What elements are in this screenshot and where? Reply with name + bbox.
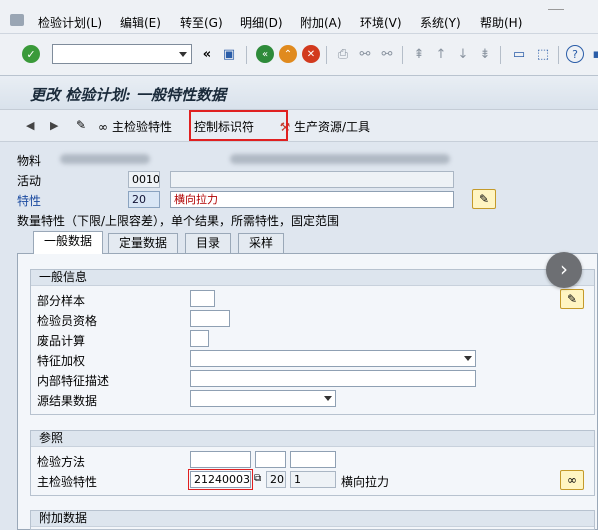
additional-data-group: 附加数据 [30, 510, 595, 530]
menu-system[interactable]: 系统(Y) [420, 14, 461, 31]
copy-icon[interactable]: ⧉ [254, 473, 261, 484]
internal-description-field[interactable] [190, 370, 476, 387]
toolbar-separator [558, 46, 559, 64]
menu-environment[interactable]: 环境(V) [360, 14, 402, 31]
characteristic-weighting-label: 特征加权 [37, 354, 86, 368]
new-session-icon[interactable]: ▭ [510, 45, 528, 63]
blurred-material-text [230, 154, 450, 164]
menu-edit[interactable]: 编辑(E) [120, 14, 161, 31]
general-info-title: 一般信息 [31, 270, 594, 286]
tab-catalogs[interactable]: 目录 [185, 233, 232, 253]
prt-button-label: 生产资源/工具 [294, 120, 371, 134]
internal-description-label: 内部特征描述 [37, 374, 110, 388]
inspection-method-field[interactable] [190, 451, 251, 468]
characteristic-label: 特性 [17, 194, 42, 208]
command-field[interactable] [52, 44, 192, 64]
toolbar-separator [246, 46, 247, 64]
material-label: 物料 [17, 154, 42, 168]
toolbar-separator [402, 46, 403, 64]
tab-general-data[interactable]: 一般数据 [33, 231, 104, 254]
save-icon[interactable]: ▣ [220, 45, 238, 63]
scrap-calculation-field[interactable] [190, 330, 209, 347]
chevron-down-icon[interactable] [179, 52, 187, 57]
next-page-icon[interactable]: ↓ [454, 45, 472, 63]
prt-button[interactable]: ⚒ 生产资源/工具 [278, 118, 370, 135]
page-title: 更改 检验计划: 一般特性数据 [30, 86, 226, 104]
scrap-calculation-label: 废品计算 [37, 334, 86, 348]
find-icon[interactable]: ⚯ [356, 45, 374, 63]
operation-text-field [170, 171, 454, 188]
cancel-icon[interactable]: ✕ [302, 45, 320, 63]
additional-data-title: 附加数据 [31, 511, 594, 527]
sap-logo-icon[interactable] [10, 14, 24, 26]
help-icon[interactable]: ? [566, 45, 584, 63]
inspector-qualification-field[interactable] [190, 310, 230, 327]
double-chevron-left-icon[interactable]: « [198, 45, 216, 63]
chevron-down-icon [324, 396, 332, 401]
method-version-field[interactable] [290, 451, 336, 468]
partial-sample-field[interactable] [190, 290, 215, 307]
chevron-down-icon [464, 356, 472, 361]
highlight-box [189, 110, 288, 141]
characteristic-weighting-dropdown[interactable] [190, 350, 476, 367]
master-char-label: 主检验特性 [37, 475, 98, 489]
enter-icon[interactable]: ✓ [22, 45, 40, 63]
title-bar: 更改 检验计划: 一般特性数据 [0, 76, 598, 110]
master-char-plant-field: 20 [266, 471, 286, 488]
edit-long-text-icon[interactable]: ✎ [472, 189, 496, 209]
source-result-label: 源结果数据 [37, 394, 98, 408]
reference-title: 参照 [31, 431, 594, 447]
toolbar-separator [326, 46, 327, 64]
application-toolbar: ◀ ▶ ✎ ∞ 主检验特性 控制标识符 ⚒ 生产资源/工具 [0, 110, 598, 142]
master-char-button[interactable]: ∞ 主检验特性 [96, 118, 172, 135]
menu-goto[interactable]: 转至(G) [180, 14, 223, 31]
find-next-icon[interactable]: ⚯ [378, 45, 396, 63]
operation-field: 0010 [128, 171, 160, 188]
chevron-right-icon[interactable]: › [546, 252, 582, 288]
prev-page-icon[interactable]: ↑ [432, 45, 450, 63]
menu-help[interactable]: 帮助(H) [480, 14, 522, 31]
standard-toolbar: ✓ « ▣ « ⌃ ✕ ⎙ ⚯ ⚯ ⇞ ↑ ↓ ⇟ ▭ ⬚ ? ▪ [0, 34, 598, 76]
characteristic-text-field[interactable]: 横向拉力 [170, 191, 454, 208]
operation-label: 活动 [17, 174, 42, 188]
inspection-method-label: 检验方法 [37, 455, 86, 469]
menu-inspection-plan[interactable]: 检验计划(L) [38, 14, 102, 31]
characteristic-number-field: 20 [128, 191, 160, 208]
customize-icon[interactable]: ▪ [588, 45, 598, 63]
glasses-icon: ∞ [98, 119, 108, 134]
shortcut-icon[interactable]: ⬚ [534, 45, 552, 63]
master-char-button-label: 主检验特性 [112, 120, 173, 134]
tab-sampling[interactable]: 采样 [238, 233, 285, 253]
source-result-dropdown[interactable] [190, 390, 336, 407]
menu-details[interactable]: 明细(D) [240, 14, 283, 31]
toolbar-separator [500, 46, 501, 64]
field-highlight [188, 469, 253, 490]
characteristic-description: 数量特性（下限/上限容差），单个结果，所需特性，固定范围 [17, 214, 340, 228]
blurred-material [60, 154, 150, 164]
first-page-icon[interactable]: ⇞ [410, 45, 428, 63]
glasses-icon[interactable]: ∞ [560, 470, 584, 490]
menu-extras[interactable]: 附加(A) [300, 14, 342, 31]
inspector-qualification-label: 检验员资格 [37, 314, 98, 328]
master-char-version-field: 1 [290, 471, 336, 488]
tab-quantitative-data[interactable]: 定量数据 [108, 233, 179, 253]
previous-icon[interactable]: ◀ [26, 119, 34, 132]
minimize-icon[interactable] [548, 0, 564, 10]
print-icon[interactable]: ⎙ [334, 45, 352, 63]
edit-icon[interactable]: ✎ [74, 118, 88, 132]
master-char-text: 横向拉力 [341, 475, 390, 489]
method-plant-field[interactable] [255, 451, 286, 468]
partial-sample-label: 部分样本 [37, 294, 86, 308]
back-icon[interactable]: « [256, 45, 274, 63]
next-icon[interactable]: ▶ [50, 119, 58, 132]
exit-icon[interactable]: ⌃ [279, 45, 297, 63]
menu-bar: 检验计划(L) 编辑(E) 转至(G) 明细(D) 附加(A) 环境(V) 系统… [0, 0, 598, 34]
edit-icon[interactable]: ✎ [560, 289, 584, 309]
last-page-icon[interactable]: ⇟ [476, 45, 494, 63]
